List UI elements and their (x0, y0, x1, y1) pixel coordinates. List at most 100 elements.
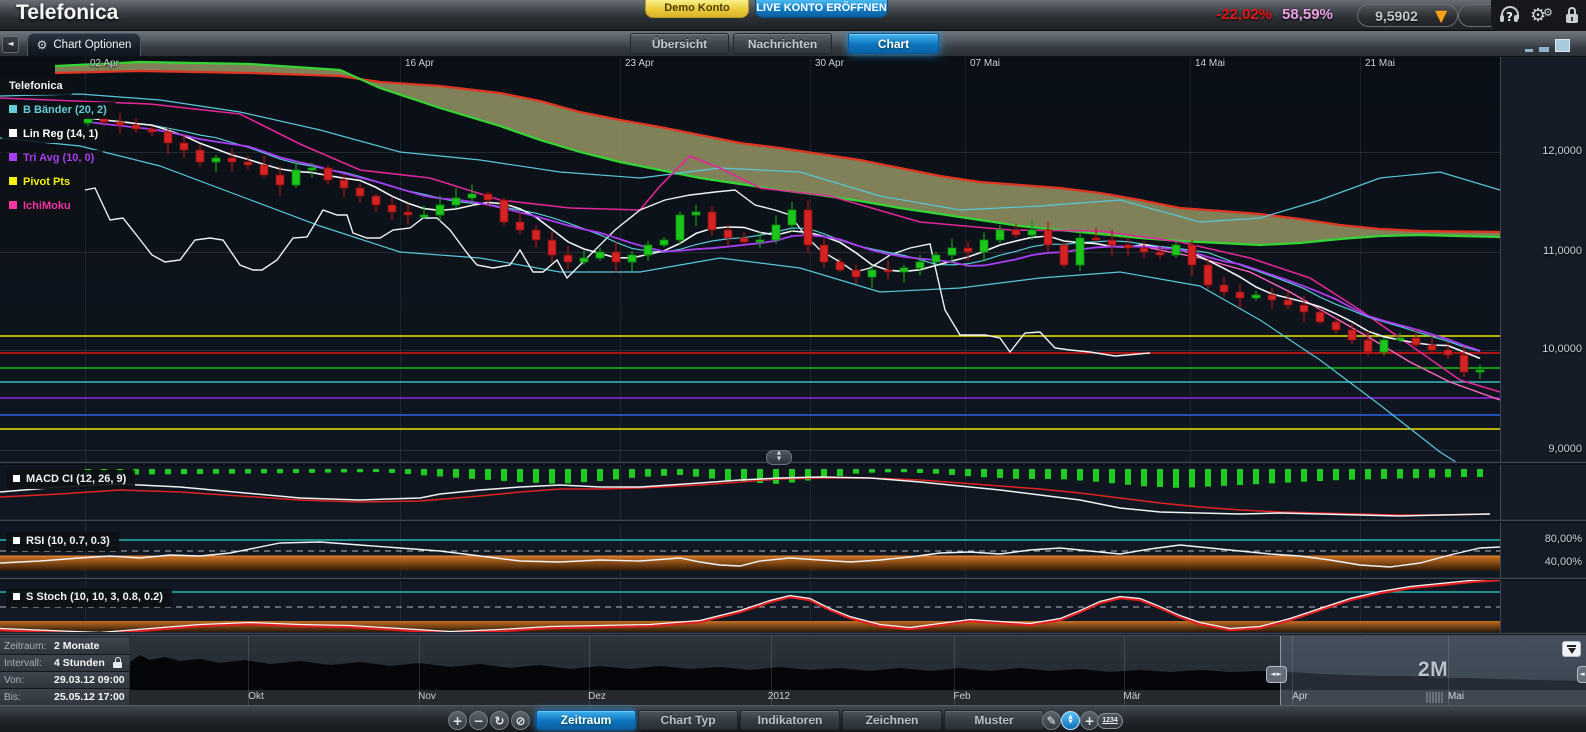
clear-icon: ⊘ (515, 714, 525, 728)
lock-icon[interactable] (1565, 5, 1581, 27)
info-value: 25.05.12 17:00 (54, 691, 125, 703)
toolbar-button-zeitraum[interactable]: Zeitraum (536, 710, 636, 730)
toolbar-tab-buttons: ZeitraumChart TypIndikatorenZeichnenMust… (536, 710, 1044, 730)
down-triangle-icon (1568, 648, 1576, 654)
rsi-level-label: 40,00% (1502, 556, 1582, 568)
headset-ear-left (1500, 15, 1504, 22)
legend-item[interactable]: Pivot Pts (2, 174, 79, 191)
stoch-label-text: S Stoch (10, 10, 3, 0.8, 0.2) (26, 591, 163, 603)
legend-label: Tri Avg (10, 0) (23, 152, 94, 164)
tab-übersicht[interactable]: Übersicht (630, 33, 729, 54)
bottom-toolbar: + − ↻ ⊘ ZeitraumChart TypIndikatorenZeic… (0, 705, 1586, 732)
change-percent: -22,02% (1198, 6, 1272, 23)
legend-item[interactable]: IchiMoku (2, 198, 80, 215)
support-icon[interactable]: ? (1499, 5, 1521, 27)
legend-instrument-name: Telefonica (2, 78, 72, 95)
macd-panel-label[interactable]: MACD CI (12, 26, 9) (6, 470, 135, 489)
clear-button[interactable]: ⊘ (511, 711, 530, 730)
zoom-in-button[interactable]: + (448, 711, 467, 730)
navigator-month-label: Okt (234, 691, 278, 702)
navigator-left-drag-handle[interactable]: ◄► (1266, 666, 1287, 683)
secondary-percent: 58,59% (1282, 6, 1346, 23)
refresh-icon: ↻ (494, 714, 504, 728)
legend-label: IchiMoku (23, 200, 71, 212)
gear-icon: ⚙ (37, 38, 48, 52)
legend-item[interactable]: Lin Reg (14, 1) (2, 126, 107, 143)
lock-keyhole (1571, 17, 1573, 21)
legend-swatch (9, 129, 17, 137)
chart-overlays: Telefonica B Bänder (20, 2) Lin Reg (14, 1… (0, 0, 1586, 732)
header-bar: Telefonica Demo Konto LIVE KONTO ERÖFFNE… (0, 0, 1586, 31)
demo-konto-button[interactable]: Demo Konto (645, 0, 749, 18)
toolbar-button-muster[interactable]: Muster (944, 710, 1044, 730)
info-label: Zeitraum: (0, 641, 54, 652)
navigator-month-label: Nov (405, 691, 449, 702)
navigator-collapse-button[interactable] (1562, 641, 1581, 657)
legend-label: Lin Reg (14, 1) (23, 128, 98, 140)
plus-icon: + (452, 714, 462, 728)
legend-swatch (9, 201, 17, 209)
tab-bar: ◄ ⚙ Chart Optionen ÜbersichtNachrichten C… (0, 30, 1586, 57)
legend-swatch (9, 105, 17, 113)
layout-small-icon[interactable] (1525, 49, 1533, 52)
toolbar-button-indikatoren[interactable]: Indikatoren (740, 710, 840, 730)
chart-options-label: Chart Optionen (53, 39, 131, 51)
tab-nachrichten[interactable]: Nachrichten (733, 33, 832, 54)
layout-medium-icon[interactable] (1539, 47, 1549, 52)
chart-legend: Telefonica B Bänder (20, 2) Lin Reg (14, 1… (2, 78, 116, 222)
stoch-swatch (13, 593, 20, 600)
panel-collapse-handle[interactable]: ▲ ▼ (766, 450, 792, 465)
settings-icon[interactable]: ⚙⚙ (1530, 5, 1556, 27)
legend-swatch (9, 153, 17, 161)
x-axis-label: 21 Mai (1365, 58, 1395, 69)
stoch-panel-label[interactable]: S Stoch (10, 10, 3, 0.8, 0.2) (6, 588, 172, 607)
draw-pencil-button[interactable]: ✎ (1042, 711, 1061, 730)
toolbar-button-zeichnen[interactable]: Zeichnen (842, 710, 942, 730)
scroll-mode-button[interactable]: ▲▼ (1061, 711, 1080, 730)
question-glyph: ? (1506, 10, 1513, 24)
layout-size-icons (1525, 39, 1570, 52)
rsi-panel-label[interactable]: RSI (10, 0.7, 0.3) (6, 532, 119, 551)
x-axis-label: 16 Apr (405, 58, 434, 69)
layout-large-icon[interactable] (1555, 39, 1570, 52)
navigator-right-drag-handle[interactable]: ◄ (1577, 666, 1586, 683)
sell-price-button[interactable]: 9,5902 ▼ (1357, 4, 1458, 27)
macd-label-text: MACD CI (12, 26, 9) (26, 473, 126, 485)
price-down-arrow-icon: ▼ (1435, 5, 1457, 26)
values-display-button[interactable]: 1234 (1097, 713, 1123, 729)
sell-price-value: 9,5902 (1358, 8, 1435, 24)
legend-swatch (9, 177, 17, 185)
minus-icon: − (473, 714, 483, 728)
navigator-info-row: Zeitraum:2 Monate (0, 638, 129, 655)
info-value: 29.03.12 09:00 (54, 674, 125, 686)
tab-chart[interactable]: Chart (848, 33, 939, 54)
y-axis-label: 12,0000 (1502, 145, 1582, 157)
pencil-icon: ✎ (1046, 714, 1056, 728)
legend-label: Pivot Pts (23, 176, 70, 188)
x-axis-label: 30 Apr (815, 58, 844, 69)
live-konto-button[interactable]: LIVE KONTO ERÖFFNEN (755, 0, 888, 18)
trading-platform-window: Telefonica B Bänder (20, 2) Lin Reg (14, 1… (0, 0, 1586, 732)
navigator-range-badge: 2M (1398, 658, 1468, 682)
info-value: 2 Monate (54, 640, 100, 652)
refresh-button[interactable]: ↻ (490, 711, 509, 730)
navigator-month-label: Mai (1434, 691, 1478, 702)
interval-lock-icon[interactable] (113, 657, 124, 669)
legend-item[interactable]: B Bänder (20, 2) (2, 102, 116, 119)
x-axis-label: 02 Apr (90, 58, 119, 69)
navigator-info-panel: Zeitraum:2 MonateIntervall:4 StundenVon:… (0, 638, 129, 706)
navigator-month-label: Mär (1110, 691, 1154, 702)
macd-swatch (13, 475, 20, 482)
collapse-panel-button[interactable]: ◄ (2, 36, 19, 53)
navigator-month-label: Apr (1278, 691, 1322, 702)
rsi-level-label: 80,00% (1502, 533, 1582, 545)
zoom-out-button[interactable]: − (469, 711, 488, 730)
download-icon (1567, 645, 1576, 647)
chevron-down-icon: ▼ (767, 457, 791, 463)
info-label: Von: (0, 675, 54, 686)
toolbar-button-chart-typ[interactable]: Chart Typ (638, 710, 738, 730)
header-icon-tray: ? ⚙⚙ (1491, 0, 1586, 31)
chart-options-tab[interactable]: ⚙ Chart Optionen (27, 33, 141, 56)
legend-item[interactable]: Tri Avg (10, 0) (2, 150, 103, 167)
down-triangle-icon: ▼ (1062, 720, 1079, 726)
